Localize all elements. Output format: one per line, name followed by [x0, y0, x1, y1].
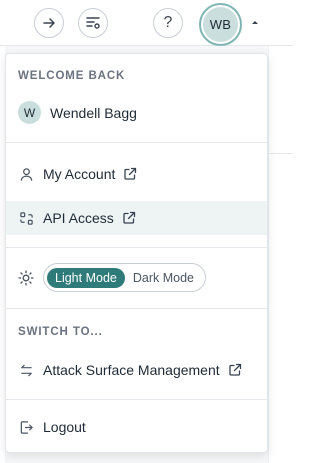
chevron-up-icon[interactable]	[250, 17, 260, 27]
menu-divider	[6, 247, 267, 248]
sun-icon	[18, 269, 34, 286]
menu-item-api-access[interactable]: API Access	[6, 201, 267, 235]
welcome-heading: WELCOME BACK	[18, 70, 126, 82]
help-icon: ?	[163, 14, 173, 31]
menu-divider	[6, 142, 267, 143]
user-avatar-button[interactable]: WB	[199, 3, 242, 46]
app-stage: ? WB WELCOME BACK W Wendell Bagg My Acco…	[0, 0, 293, 463]
logout-icon	[18, 419, 34, 435]
light-mode-option[interactable]: Light Mode	[47, 267, 125, 288]
external-link-icon	[123, 211, 135, 224]
user-avatar-small: W	[18, 101, 41, 124]
external-link-icon	[124, 167, 137, 180]
switch-to-heading: SWITCH TO...	[18, 326, 103, 338]
user-menu-dropdown: WELCOME BACK W Wendell Bagg My Account A…	[5, 53, 268, 453]
top-toolbar: ? WB	[0, 0, 293, 46]
menu-item-my-account[interactable]: My Account	[6, 157, 267, 191]
swap-icon	[18, 362, 34, 378]
filter-settings-button[interactable]	[78, 8, 108, 38]
avatar: WB	[203, 7, 238, 42]
user-info: W Wendell Bagg	[18, 101, 137, 124]
menu-item-attack-surface-management[interactable]: Attack Surface Management	[6, 353, 267, 387]
menu-divider	[6, 308, 267, 309]
filter-settings-icon	[86, 17, 100, 29]
api-icon	[18, 210, 34, 226]
logout-label: Logout	[43, 419, 86, 435]
background-divider	[268, 153, 293, 154]
arrow-right-icon	[43, 18, 55, 28]
person-icon	[18, 166, 34, 182]
menu-divider	[6, 399, 267, 400]
attack-surface-management-label: Attack Surface Management	[43, 362, 220, 378]
dark-mode-option[interactable]: Dark Mode	[125, 268, 202, 288]
theme-toggle-row: Light Mode Dark Mode	[18, 263, 206, 292]
help-button[interactable]: ?	[153, 8, 183, 38]
api-access-label: API Access	[43, 210, 114, 226]
theme-toggle[interactable]: Light Mode Dark Mode	[43, 263, 206, 292]
external-link-icon	[229, 363, 241, 376]
background-page-right	[268, 46, 293, 463]
my-account-label: My Account	[43, 166, 116, 182]
menu-item-logout[interactable]: Logout	[6, 410, 267, 444]
go-forward-button[interactable]	[34, 8, 64, 38]
user-name: Wendell Bagg	[50, 104, 137, 121]
